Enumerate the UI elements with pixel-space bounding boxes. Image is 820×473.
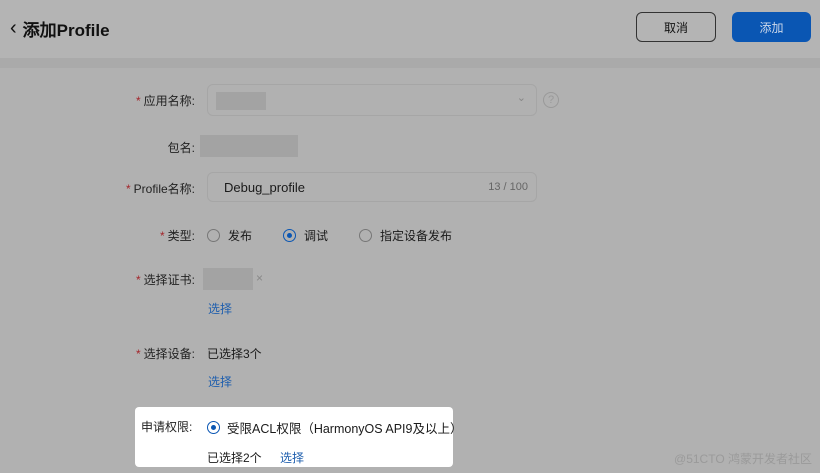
radio-checked-icon <box>283 229 296 242</box>
divider <box>0 58 820 68</box>
title-text: 添加Profile <box>22 21 110 40</box>
cancel-button[interactable]: 取消 <box>636 12 716 42</box>
select-devices-link[interactable]: 选择 <box>208 373 232 390</box>
devices-status: 已选择3个 <box>207 347 262 361</box>
cert-label: * 选择证书: <box>135 273 195 287</box>
profile-name-value: Debug_profile <box>224 180 305 195</box>
type-option-device-release[interactable]: 指定设备发布 <box>359 227 452 244</box>
add-button[interactable]: 添加 <box>732 12 811 42</box>
app-name-select[interactable]: ⌄ <box>207 84 537 116</box>
select-permissions-link[interactable]: 选择 <box>280 449 304 466</box>
char-counter: 13 / 100 <box>488 181 528 193</box>
chevron-down-icon: ⌄ <box>516 92 526 104</box>
package-label: 包名: <box>167 141 195 155</box>
radio-checked-icon <box>207 421 220 434</box>
remove-cert-icon[interactable]: × <box>256 271 263 285</box>
permissions-label: 申请权限: <box>141 420 193 434</box>
radio-icon <box>207 229 220 242</box>
devices-label: * 选择设备: <box>135 347 195 361</box>
redacted-value <box>216 92 266 110</box>
page-title: ‹ 添加Profile <box>10 16 110 41</box>
select-cert-link[interactable]: 选择 <box>208 300 232 317</box>
package-value-redacted <box>200 135 298 157</box>
acl-permission-option[interactable]: 受限ACL权限（HarmonyOS API9及以上） <box>207 418 462 437</box>
profile-name-input[interactable]: Debug_profile 13 / 100 <box>207 172 537 202</box>
app-name-label: * 应用名称: <box>135 94 195 108</box>
watermark: @51CTO 鸿蒙开发者社区 <box>674 452 812 466</box>
permissions-status: 已选择2个 <box>207 451 262 465</box>
type-option-release[interactable]: 发布 <box>207 227 252 244</box>
cert-chip-redacted <box>203 268 253 290</box>
type-label: * 类型: <box>159 229 195 243</box>
profile-name-label: * Profile名称: <box>125 182 195 196</box>
help-icon[interactable]: ? <box>543 92 559 108</box>
radio-icon <box>359 229 372 242</box>
type-option-debug[interactable]: 调试 <box>283 227 328 244</box>
back-chevron-icon[interactable]: ‹ <box>10 17 17 40</box>
